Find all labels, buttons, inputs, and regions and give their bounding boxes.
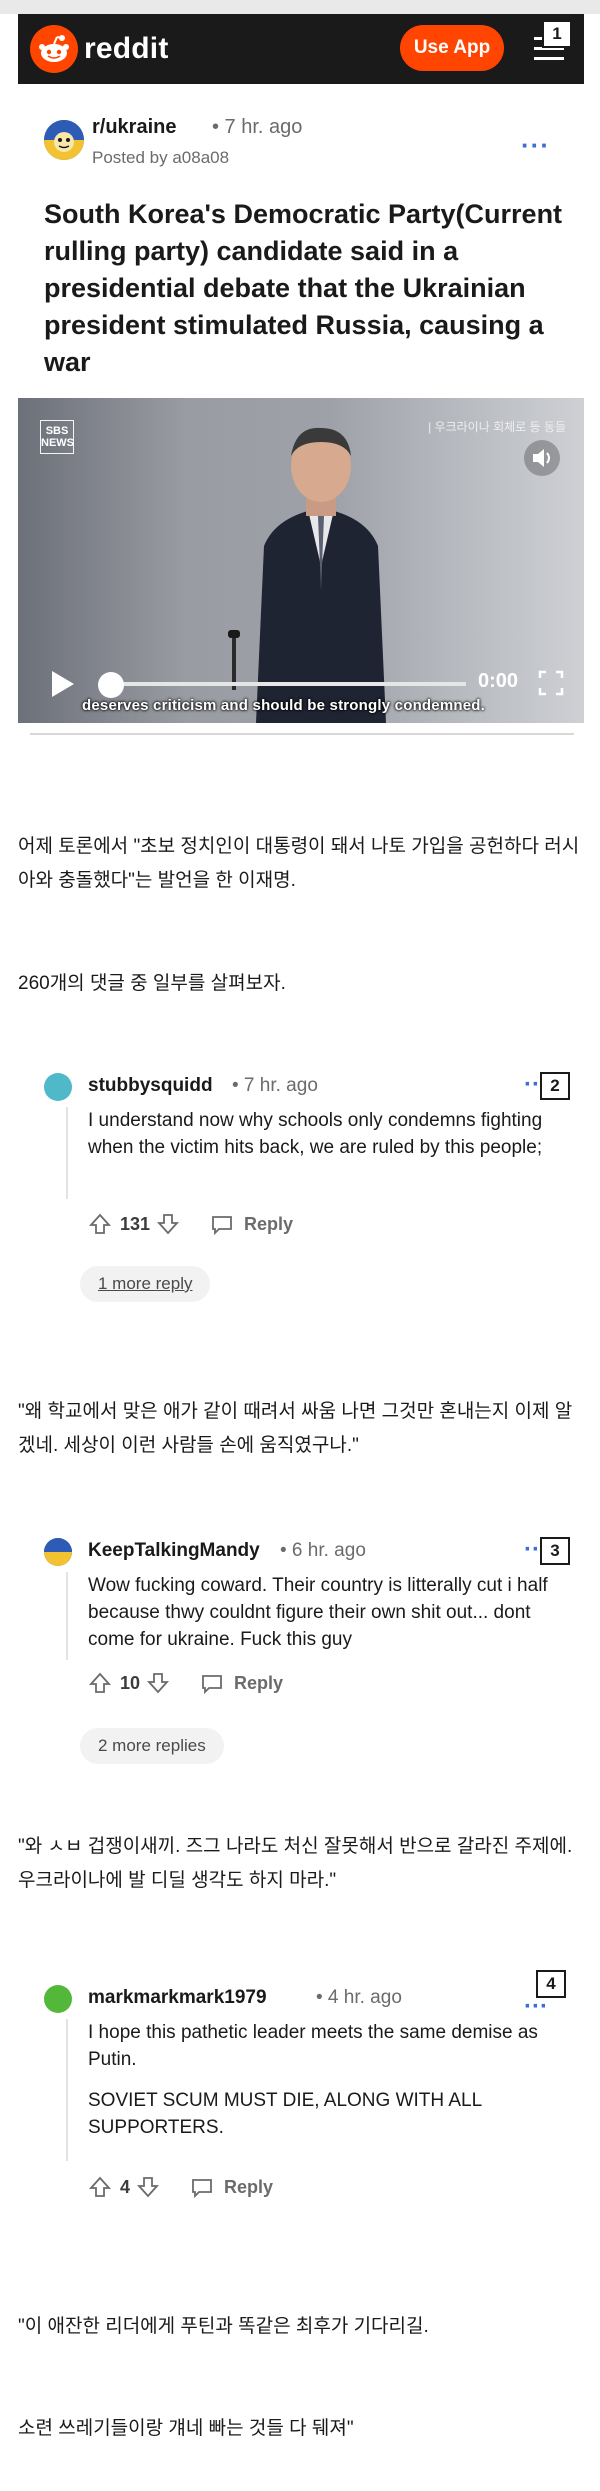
upvote-icon[interactable]: [88, 2175, 112, 2199]
comment-time: • 6 hr. ago: [280, 1540, 366, 1561]
user-avatar[interactable]: [44, 1538, 72, 1566]
speaker-figure: [256, 427, 386, 723]
reply-button[interactable]: Reply: [244, 1214, 293, 1235]
volume-muted-icon[interactable]: [522, 438, 562, 478]
reply-button[interactable]: Reply: [224, 2177, 273, 2198]
post-title[interactable]: South Korea's Democratic Party(Current r…: [44, 196, 574, 381]
reddit-logo-icon[interactable]: [30, 25, 78, 73]
annotation-marker: 4: [536, 1970, 566, 1998]
annotation-marker: 2: [540, 1072, 570, 1100]
comment-text-paragraph: SOVIET SCUM MUST DIE, ALONG WITH ALL SUP…: [88, 2090, 482, 2138]
channel-logo: SBS NEWS: [40, 420, 74, 454]
more-replies-button[interactable]: 1 more reply: [80, 1266, 211, 1302]
subreddit-avatar[interactable]: [44, 120, 84, 160]
translation-1: "왜 학교에서 맞은 애가 같이 때려서 싸움 나면 그것만 혼내는지 이제 알…: [18, 1401, 573, 1456]
status-strip: [0, 0, 600, 14]
vote-count: 10: [120, 1672, 141, 1693]
post-time: • 7 hr. ago: [212, 116, 303, 138]
comment-actions: 4 Reply: [88, 2172, 273, 2202]
comment-text-block: I hope this pathetic leader meets the sa…: [66, 2019, 566, 2161]
vote-count: 4: [120, 2176, 131, 2197]
video-progress-handle[interactable]: [98, 672, 124, 698]
comment-username[interactable]: markmarkmark1979: [88, 1987, 267, 2009]
reply-icon[interactable]: [190, 2175, 214, 2199]
more-replies-label: 1 more reply: [98, 1274, 193, 1293]
intro-text: 어제 토론에서 "초보 정치인이 대통령이 돼서 나토 가입을 공헌하다 러시아…: [18, 836, 580, 891]
upvote-icon[interactable]: [88, 1212, 112, 1236]
comment-time: • 7 hr. ago: [232, 1075, 318, 1096]
annotation-marker: 1: [542, 20, 572, 48]
video-corner-label: | 우크라이나 회체로 등 동들: [428, 420, 566, 434]
comment-actions: 10 Reply: [88, 1668, 283, 1698]
subreddit-name[interactable]: r/ukraine: [92, 116, 176, 139]
video-time: 0:00: [478, 670, 519, 692]
comment-text: Wow fucking coward. Their country is lit…: [66, 1572, 566, 1660]
reply-icon[interactable]: [200, 1671, 224, 1695]
comment-2: KeepTalkingMandy • 6 hr. ago ··· Wow fuc…: [44, 1536, 584, 1758]
reddit-header: reddit Use App: [18, 14, 584, 84]
brand-wordmark[interactable]: reddit: [84, 32, 169, 66]
reply-button[interactable]: Reply: [234, 1673, 283, 1694]
comment-username[interactable]: KeepTalkingMandy: [88, 1540, 260, 1562]
user-avatar[interactable]: [44, 1073, 72, 1101]
comment-text-paragraph: I hope this pathetic leader meets the sa…: [88, 2022, 538, 2070]
play-icon[interactable]: [48, 669, 76, 699]
translation-2: "와 ㅅㅂ 겁쟁이새끼. 즈그 나라도 처신 잘못해서 반으로 갈라진 주제에.…: [18, 1836, 573, 1891]
annotation-marker: 3: [540, 1537, 570, 1565]
comment-actions: 131 Reply: [88, 1209, 293, 1239]
microphone-stand: [228, 630, 240, 690]
use-app-button[interactable]: Use App: [400, 25, 504, 71]
more-options-icon[interactable]: ···: [521, 130, 550, 161]
comment-time: • 4 hr. ago: [316, 1987, 402, 2008]
posted-by[interactable]: Posted by a08a08: [92, 148, 229, 168]
more-replies-button[interactable]: 2 more replies: [80, 1728, 224, 1764]
downvote-icon[interactable]: [136, 2175, 160, 2199]
comment-text: I understand now why schools only condem…: [66, 1107, 566, 1199]
user-avatar[interactable]: [44, 1985, 72, 2013]
fullscreen-icon[interactable]: [536, 668, 566, 698]
video-progress-track[interactable]: [110, 682, 466, 686]
downvote-icon[interactable]: [156, 1212, 180, 1236]
video-player[interactable]: SBS NEWS | 우크라이나 회체로 등 동들 0:00 deserves …: [18, 398, 584, 723]
divider: [30, 733, 574, 735]
translation-3b: 소련 쓰레기들이랑 걔네 빠는 것들 다 뒈져": [18, 2418, 354, 2439]
downvote-icon[interactable]: [146, 1671, 170, 1695]
vote-count: 131: [120, 1213, 151, 1234]
lead-text: 260개의 댓글 중 일부를 살펴보자.: [18, 973, 286, 994]
reply-icon[interactable]: [210, 1212, 234, 1236]
post-meta: r/ukraine • 7 hr. ago Posted by a08a08 ·…: [44, 110, 564, 170]
more-replies-label: 2 more replies: [98, 1736, 206, 1755]
video-caption: deserves criticism and should be strongl…: [82, 697, 486, 714]
translation-3a: "이 애잔한 리더에게 푸틴과 똑같은 최후가 기다리길.: [18, 2316, 429, 2337]
upvote-icon[interactable]: [88, 1671, 112, 1695]
comment-username[interactable]: stubbysquidd: [88, 1075, 213, 1097]
